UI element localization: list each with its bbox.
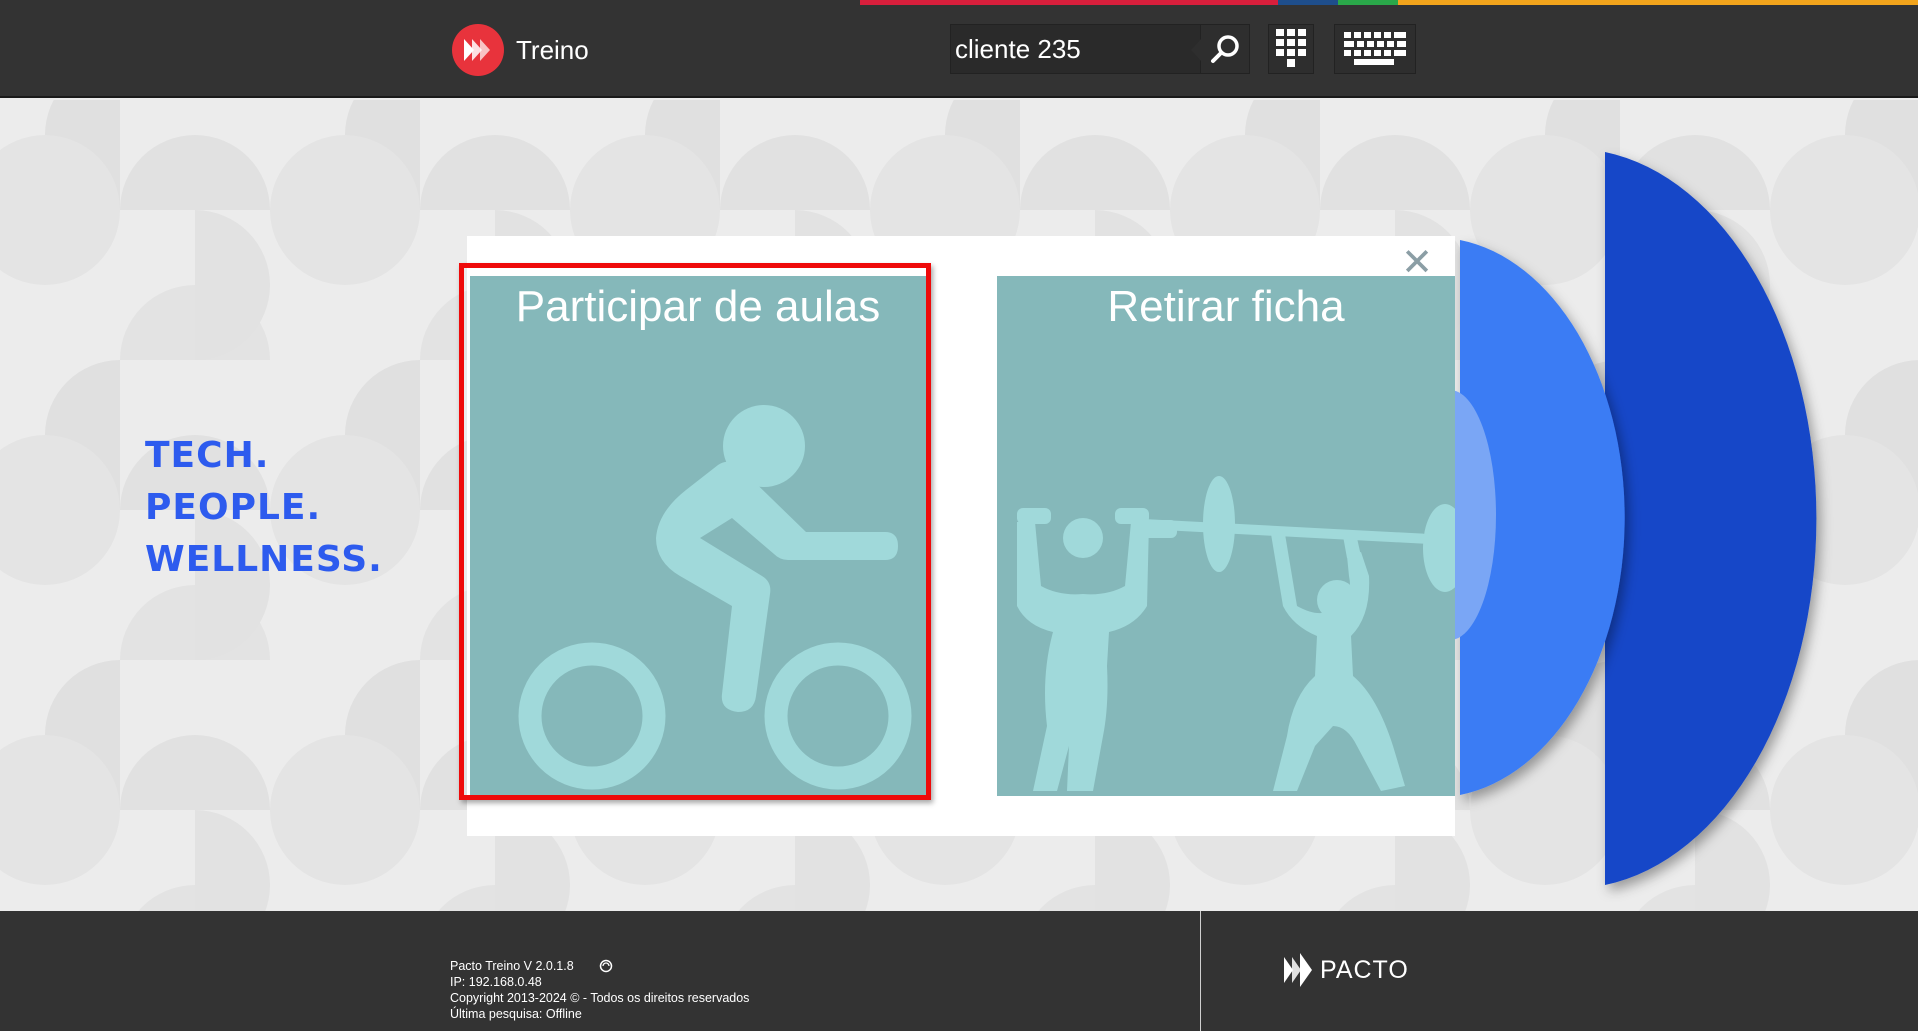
keypad-icon (1276, 29, 1306, 67)
numeric-keypad-button[interactable] (1268, 24, 1314, 74)
app-name: Treino (516, 34, 589, 65)
tagline-line: TECH. (145, 435, 270, 476)
header-color-stripe (1338, 0, 1398, 5)
main-area: TECH. PEOPLE. WELLNESS. ✕ Participar de … (0, 100, 1918, 911)
top-header: Treino (0, 0, 1918, 98)
cycling-icon (518, 405, 912, 790)
tagline-line: PEOPLE. (145, 487, 322, 528)
participate-classes-card[interactable]: Participar de aulas (470, 276, 926, 796)
search-icon (1211, 35, 1239, 63)
header-color-stripe (1398, 0, 1918, 5)
tagline-line: WELLNESS. (145, 539, 383, 580)
footer-divider (1200, 911, 1201, 1031)
app-version: Pacto Treino V 2.0.1.8 (450, 959, 574, 973)
pacto-logo-icon (452, 24, 504, 76)
keyboard-icon (1344, 32, 1406, 65)
virtual-keyboard-button[interactable] (1334, 24, 1416, 74)
header-color-stripe (860, 0, 1278, 5)
footer-brand-name: PACTO (1320, 955, 1409, 984)
search-bar (950, 24, 1250, 74)
refresh-icon[interactable] (598, 958, 614, 974)
app-brand[interactable]: Treino (452, 24, 589, 76)
footer: Pacto Treino V 2.0.1.8 IP: 192.168.0.48 … (0, 911, 1918, 1031)
ip-address: IP: 192.168.0.48 (450, 975, 542, 989)
copyright: Copyright 2013-2024 © - Todos os direito… (450, 991, 750, 1005)
search-button[interactable] (1191, 24, 1250, 74)
option-modal: ✕ Participar de aulas Retirar ficha (467, 236, 1455, 836)
pacto-logo-icon (1284, 953, 1312, 987)
header-color-stripe (1278, 0, 1338, 5)
tagline: TECH. PEOPLE. WELLNESS. (145, 430, 383, 586)
footer-info: Pacto Treino V 2.0.1.8 IP: 192.168.0.48 … (450, 958, 749, 1022)
withdraw-sheet-card[interactable]: Retirar ficha (997, 276, 1455, 796)
weightlifting-icon (1017, 476, 1455, 791)
footer-brand: PACTO (1282, 951, 1409, 989)
search-input[interactable] (950, 24, 1202, 74)
last-search-status: Última pesquisa: Offline (450, 1007, 582, 1021)
